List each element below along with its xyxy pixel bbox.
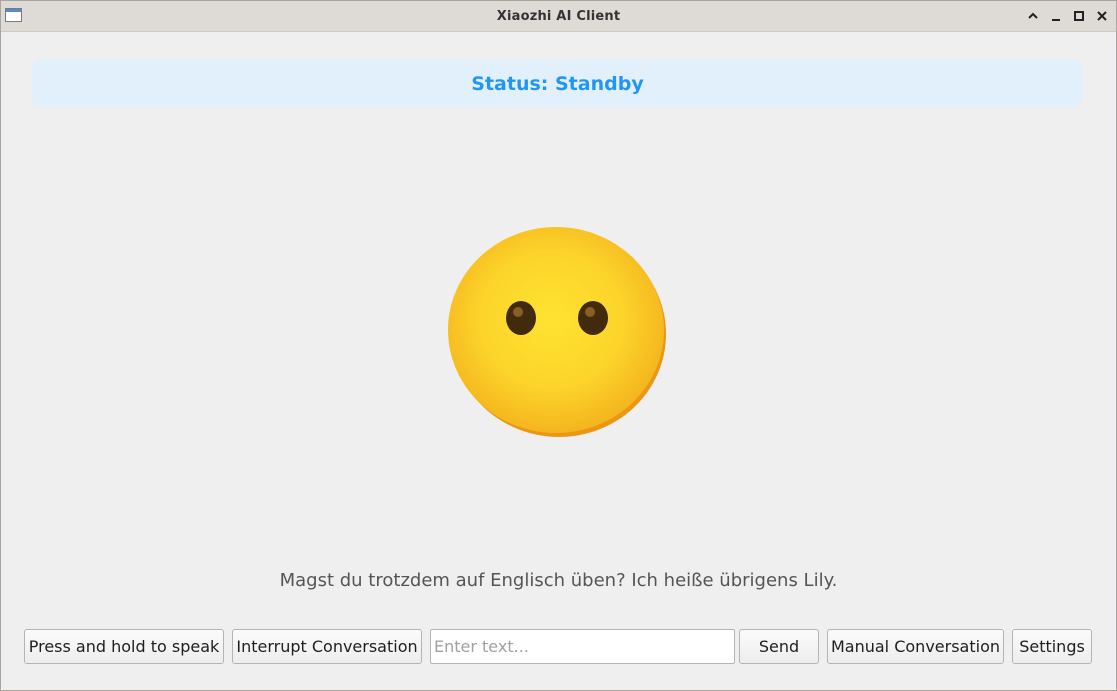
status-label: Status: Standby [471, 72, 644, 95]
shade-button[interactable] [1025, 8, 1041, 24]
window-title: Xiaozhi AI Client [496, 9, 621, 24]
push-to-talk-button[interactable]: Press and hold to speak [24, 629, 224, 664]
settings-button[interactable]: Settings [1012, 629, 1092, 664]
minimize-icon [1052, 19, 1060, 21]
neutral-face-icon [448, 227, 666, 437]
send-button[interactable]: Send [739, 629, 819, 664]
app-window: Xiaozhi AI Client Status: Standby Magst … [0, 0, 1117, 691]
close-button[interactable] [1094, 8, 1110, 24]
chevron-up-icon [1028, 12, 1038, 19]
text-input[interactable] [430, 629, 735, 664]
minimize-button[interactable] [1048, 8, 1064, 24]
conversation-mode-button[interactable]: Manual Conversation [827, 629, 1004, 664]
maximize-icon [1074, 11, 1084, 21]
maximize-button[interactable] [1071, 8, 1087, 24]
response-text: Magst du trotzdem auf Englisch üben? Ich… [279, 570, 838, 591]
emotion-display [447, 226, 667, 442]
interrupt-conversation-button[interactable]: Interrupt Conversation [232, 629, 422, 664]
close-icon [1097, 11, 1107, 21]
status-bar: Status: Standby [32, 60, 1083, 107]
title-bar[interactable]: Xiaozhi AI Client [1, 1, 1116, 32]
